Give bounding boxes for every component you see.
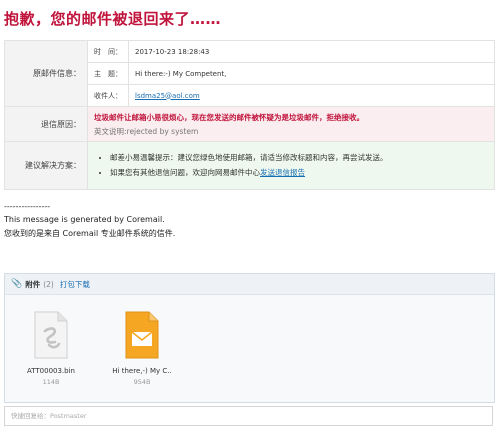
download-all-link[interactable]: 打包下载 bbox=[60, 279, 90, 290]
email-file-icon bbox=[124, 311, 160, 359]
time-value: 2017-10-23 18:28:43 bbox=[128, 40, 495, 63]
recipient-cell: lsdma25@aol.com bbox=[128, 84, 495, 107]
recipient-link[interactable]: lsdma25@aol.com bbox=[135, 92, 200, 100]
suggestion-list: 邮差小易温馨提示：建议您绿色地使用邮箱，请适当修改标题和内容，再尝试发送。 如果… bbox=[96, 150, 488, 180]
attachment-size: 114B bbox=[42, 378, 60, 386]
bounce-info-table: 原邮件信息： 时 间： 2017-10-23 18:28:43 主 题： Hi … bbox=[4, 40, 495, 190]
subject-value: Hi there:-) My Competent, bbox=[128, 62, 495, 85]
bounce-english-note: 英文说明:rejected by system bbox=[94, 126, 199, 136]
attachments-header: 📎 附件 (2) 打包下载 bbox=[5, 274, 494, 295]
attachment-name: ATT00003.bin bbox=[27, 367, 75, 375]
quick-reply-input[interactable]: 快捷回复给：Postmaster bbox=[4, 406, 493, 426]
original-mail-label: 原邮件信息： bbox=[4, 40, 88, 107]
suggestion-item: 如果您有其他退信问题，欢迎向网易邮件中心发送退信报告 bbox=[110, 165, 488, 180]
attachment-size: 954B bbox=[133, 378, 151, 386]
page-title: 抱歉，您的邮件被退回来了…… bbox=[4, 10, 222, 28]
attachment-item[interactable]: Hi there,-) My C.. 954B bbox=[102, 311, 182, 386]
subject-label: 主 题： bbox=[87, 62, 129, 85]
footer-line-2: 您收到的是来自 Coremail 专业邮件系统的信件. bbox=[4, 229, 176, 238]
suggestion-cell: 邮差小易温馨提示：建议您绿色地使用邮箱，请适当修改标题和内容，再尝试发送。 如果… bbox=[87, 141, 495, 190]
footer-line-1: This message is generated by Coremail. bbox=[4, 215, 165, 224]
paperclip-icon: 📎 bbox=[11, 279, 23, 289]
suggestion-label: 建议解决方案： bbox=[4, 141, 88, 190]
bounce-reason-cell: 垃圾邮件让邮箱小易很烦心，现在您发送的邮件被怀疑为是垃圾邮件，拒绝接收。 英文说… bbox=[87, 106, 495, 142]
time-label: 时 间： bbox=[87, 40, 129, 63]
suggestion-item: 邮差小易温馨提示：建议您绿色地使用邮箱，请适当修改标题和内容，再尝试发送。 bbox=[110, 150, 488, 165]
attachments-title: 附件 bbox=[25, 279, 41, 289]
attachment-item[interactable]: ATT00003.bin 114B bbox=[11, 311, 91, 386]
bounce-reason-text: 垃圾邮件让邮箱小易很烦心，现在您发送的邮件被怀疑为是垃圾邮件，拒绝接收。 bbox=[94, 112, 364, 122]
send-bounce-report-link[interactable]: 发送退信报告 bbox=[260, 168, 305, 177]
generic-file-icon bbox=[33, 311, 69, 359]
suggestion-item-text: 如果您有其他退信问题，欢迎向网易邮件中心 bbox=[110, 168, 260, 177]
attachments-count: (2) bbox=[43, 279, 54, 289]
attachments-panel: 📎 附件 (2) 打包下载 ATT00003.bin 114B Hi there… bbox=[4, 273, 495, 403]
footer-divider: ---------------- bbox=[4, 202, 51, 211]
attachment-name: Hi there,-) My C.. bbox=[112, 367, 172, 375]
recipient-label: 收件人： bbox=[87, 84, 129, 107]
bounce-reason-label: 退信原因： bbox=[4, 106, 88, 142]
